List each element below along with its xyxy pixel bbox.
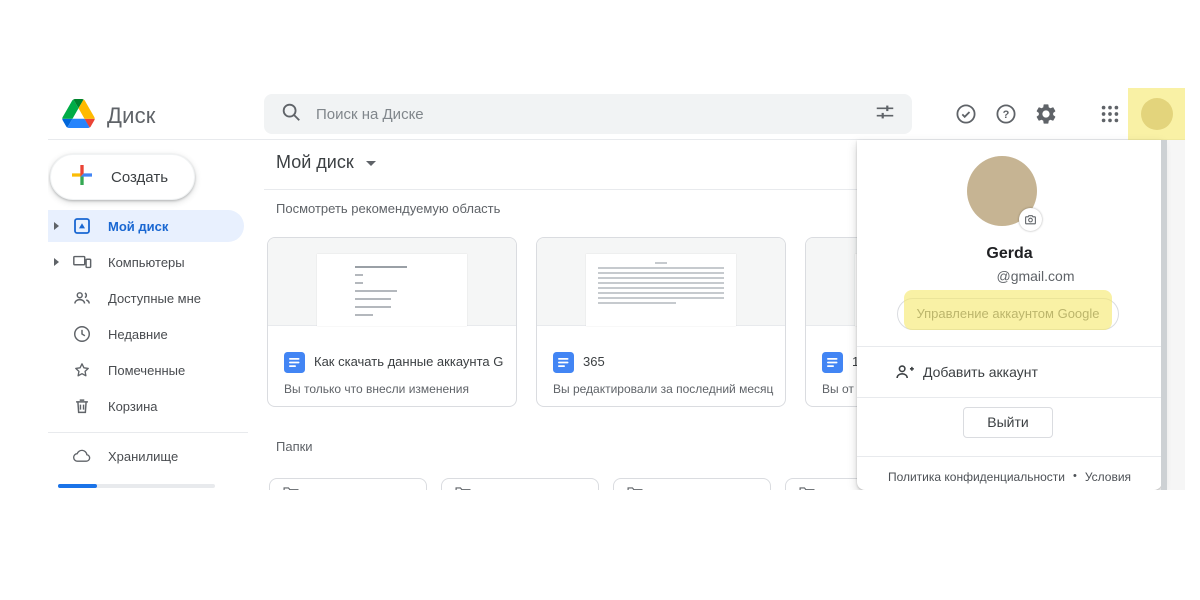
sidebar-item-label: Корзина — [108, 398, 158, 414]
google-doc-icon — [553, 352, 574, 378]
sidebar-item-label: Хранилище — [108, 448, 179, 464]
folders-heading: Папки — [276, 439, 313, 454]
svg-text:?: ? — [1003, 109, 1010, 121]
account-menu: Gerda @gmail.com Управление аккаунтом Go… — [857, 140, 1162, 490]
chevron-down-icon — [365, 161, 376, 166]
drive-logo-icon — [62, 99, 95, 133]
breadcrumb-my-drive[interactable]: Мой диск — [276, 152, 376, 173]
folder-card[interactable] — [613, 478, 771, 490]
account-name: Gerda — [986, 245, 1033, 262]
change-photo-button[interactable] — [1019, 208, 1042, 231]
file-card[interactable]: 365 Вы редактировали за последний месяц — [536, 237, 786, 407]
computers-icon — [72, 252, 92, 272]
sidebar-item-label: Мой диск — [108, 218, 169, 234]
file-preview — [268, 238, 516, 326]
google-doc-icon — [284, 352, 305, 378]
account-menu-footer: Политика конфиденциальности • Условия — [857, 470, 1162, 484]
help-icon[interactable]: ? — [986, 94, 1026, 134]
storage-progress-fill — [58, 484, 98, 488]
folder-card[interactable] — [441, 478, 599, 490]
sidebar-item-my-drive[interactable]: Мой диск — [48, 210, 244, 242]
sidebar-item-label: Компьютеры — [108, 254, 185, 270]
file-subtitle: Вы редактировали за последний месяц — [553, 382, 774, 396]
sidebar-item-shared-with-me[interactable]: Доступные мне — [48, 282, 244, 314]
file-preview — [537, 238, 785, 326]
sidebar-item-label: Доступные мне — [108, 290, 202, 306]
sidebar-divider — [48, 432, 248, 433]
storage-progress-track — [58, 484, 215, 488]
create-button-label: Создать — [111, 168, 169, 186]
terms-link[interactable]: Условия — [1085, 470, 1131, 484]
tutorial-highlight-avatar — [1128, 88, 1185, 140]
offline-status-icon[interactable] — [946, 94, 986, 134]
cloud-icon — [72, 446, 92, 466]
search-bar[interactable] — [264, 94, 912, 134]
manage-account-button[interactable]: Управление аккаунтом Google — [897, 298, 1119, 330]
plus-icon — [67, 160, 97, 195]
search-options-icon[interactable] — [874, 101, 896, 128]
sidebar-item-recent[interactable]: Недавние — [48, 318, 244, 350]
folder-icon — [627, 487, 643, 490]
clock-icon — [72, 324, 92, 344]
file-card[interactable]: Как скачать данные аккаунта Goo... Вы то… — [267, 237, 517, 407]
my-drive-icon — [72, 216, 92, 236]
star-icon — [72, 360, 92, 380]
page-scrollbar-thumb[interactable] — [1161, 140, 1167, 490]
top-bar: Диск Поиск на Диске ? — [48, 88, 1185, 140]
add-account-label: Добавить аккаунт — [923, 364, 1038, 380]
file-meta: Как скачать данные аккаунта Goo... Вы то… — [268, 326, 516, 406]
sign-out-button[interactable]: Выйти — [963, 407, 1053, 438]
folder-icon — [455, 487, 471, 490]
shared-people-icon — [72, 288, 92, 308]
app-title: Диск — [107, 103, 156, 128]
file-title: 365 — [583, 354, 605, 369]
apps-grid-icon[interactable] — [1090, 94, 1130, 134]
show-suggestions-link[interactable]: Посмотреть рекомендуемую область — [276, 201, 500, 216]
sidebar-item-label: Недавние — [108, 326, 168, 342]
expand-arrow-icon[interactable] — [54, 222, 59, 230]
sidebar-item-label: Помеченные — [108, 362, 186, 378]
file-title: Как скачать данные аккаунта Goo... — [314, 354, 504, 369]
menu-divider — [857, 456, 1162, 457]
google-doc-icon — [822, 352, 843, 378]
footer-separator: • — [1072, 470, 1077, 482]
menu-divider — [857, 397, 1162, 398]
page-background: Диск Поиск на Диске ? Создать Мой диск К… — [0, 0, 1200, 600]
folder-card[interactable] — [269, 478, 427, 490]
folder-icon — [283, 487, 299, 490]
sidebar-item-storage[interactable]: Хранилище — [48, 440, 244, 472]
expand-arrow-icon[interactable] — [54, 258, 59, 266]
sidebar-item-starred[interactable]: Помеченные — [48, 354, 244, 386]
search-icon[interactable] — [280, 101, 302, 128]
document-thumbnail — [586, 254, 736, 326]
create-button[interactable]: Создать — [50, 154, 196, 200]
search-input[interactable] — [316, 105, 874, 123]
file-subtitle: Вы только что внесли изменения — [284, 382, 469, 396]
document-thumbnail — [317, 254, 467, 326]
folder-icon — [799, 487, 815, 490]
add-account-button[interactable]: Добавить аккаунт — [857, 346, 1162, 397]
page-title: Мой диск — [276, 152, 354, 172]
person-add-icon — [896, 365, 914, 379]
drive-logo[interactable]: Диск — [62, 99, 156, 133]
file-meta: 365 Вы редактировали за последний месяц — [537, 326, 785, 406]
drive-window: Диск Поиск на Диске ? Создать Мой диск К… — [48, 88, 1185, 490]
camera-icon — [1025, 215, 1036, 225]
sidebar-item-trash[interactable]: Корзина — [48, 390, 244, 422]
privacy-policy-link[interactable]: Политика конфиденциальности — [888, 470, 1065, 484]
sidebar-item-computers[interactable]: Компьютеры — [48, 246, 244, 278]
settings-icon[interactable] — [1026, 94, 1066, 134]
account-email: @gmail.com — [996, 268, 1075, 284]
trash-icon — [72, 396, 92, 416]
